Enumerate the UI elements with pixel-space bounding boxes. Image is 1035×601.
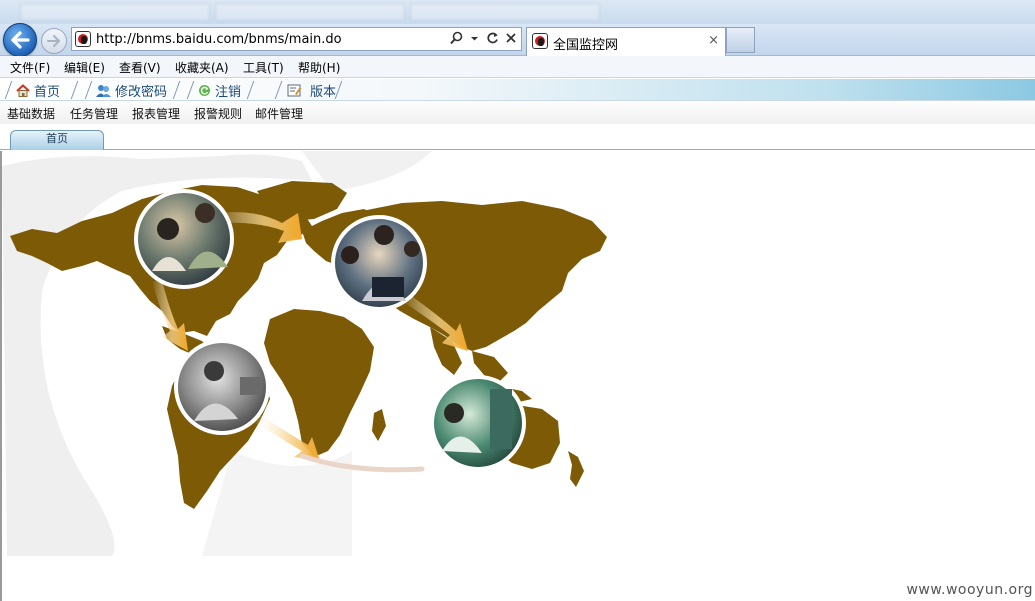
browser-navbar: http://bnms.baidu.com/bnms/main.do 全国监控网… xyxy=(0,23,1035,57)
app-toolbar: 首页 修改密码 注销 版本 xyxy=(0,79,1035,101)
back-button[interactable] xyxy=(3,23,37,57)
menu-favorites[interactable]: 收藏夹(A) xyxy=(175,59,229,76)
stop-icon[interactable] xyxy=(504,31,517,50)
dropdown-arrow-icon[interactable] xyxy=(468,31,481,50)
menu-view[interactable]: 查看(V) xyxy=(119,59,161,76)
browser-titlebar xyxy=(0,0,1035,24)
site-favicon-icon xyxy=(75,31,91,47)
change-password-label: 修改密码 xyxy=(115,84,168,100)
version-label: 版本 xyxy=(310,84,337,100)
users-icon xyxy=(96,84,111,97)
module-basic-data[interactable]: 基础数据 xyxy=(7,105,55,122)
module-task-management[interactable]: 任务管理 xyxy=(70,105,118,122)
document-edit-icon xyxy=(287,84,302,96)
menu-help[interactable]: 帮助(H) xyxy=(298,59,340,76)
tab-title: 全国监控网 xyxy=(553,38,619,53)
toolbar-separator xyxy=(84,80,94,100)
forward-arrow-icon xyxy=(47,35,60,47)
home-label: 首页 xyxy=(34,84,61,100)
watermark-text: www.wooyun.org xyxy=(906,582,1033,598)
toolbar-separator xyxy=(186,80,196,100)
module-mail-management[interactable]: 邮件管理 xyxy=(255,105,303,122)
page-tabstrip: 首页 xyxy=(0,126,1035,150)
refresh-icon[interactable] xyxy=(486,31,499,50)
map-island xyxy=(372,409,386,441)
toolbar-separator xyxy=(172,80,182,100)
url-text[interactable]: http://bnms.baidu.com/bnms/main.do xyxy=(96,32,342,47)
toolbar-separator xyxy=(274,80,284,100)
forward-button[interactable] xyxy=(41,28,67,54)
module-alarm-rules[interactable]: 报警规则 xyxy=(194,105,242,122)
toolbar-separator xyxy=(246,80,256,100)
search-icon[interactable] xyxy=(450,31,463,50)
menu-edit[interactable]: 编辑(E) xyxy=(64,59,105,76)
new-tab-button[interactable] xyxy=(726,27,755,53)
back-arrow-icon xyxy=(11,31,30,49)
background-tab[interactable] xyxy=(20,3,210,21)
photo-circle-operator xyxy=(174,339,270,435)
map-island xyxy=(568,451,584,487)
photo-circle-team xyxy=(134,189,234,289)
change-password-link[interactable]: 修改密码 xyxy=(96,80,167,100)
menu-file[interactable]: 文件(F) xyxy=(10,59,50,76)
version-link[interactable]: 版本 xyxy=(287,80,336,100)
tab-home[interactable]: 首页 xyxy=(10,130,104,150)
address-bar[interactable]: http://bnms.baidu.com/bnms/main.do xyxy=(71,27,522,51)
background-tab[interactable] xyxy=(410,3,600,21)
home-link[interactable]: 首页 xyxy=(16,80,60,100)
photo-circle-technician xyxy=(430,375,526,471)
menu-tools[interactable]: 工具(T) xyxy=(243,59,284,76)
logout-link[interactable]: 注销 xyxy=(198,80,241,100)
browser-tab-active[interactable]: 全国监控网 × xyxy=(526,27,726,56)
background-tab[interactable] xyxy=(215,3,405,21)
logout-label: 注销 xyxy=(215,84,242,100)
toolbar-separator xyxy=(70,80,80,100)
toolbar-separator xyxy=(4,80,14,100)
logout-refresh-icon xyxy=(199,84,210,96)
module-report-management[interactable]: 报表管理 xyxy=(132,105,180,122)
tab-favicon-icon xyxy=(532,33,548,49)
module-menu: 基础数据 任务管理 报表管理 报警规则 邮件管理 xyxy=(0,102,1035,124)
browser-menubar: 文件(F) 编辑(E) 查看(V) 收藏夹(A) 工具(T) 帮助(H) xyxy=(0,56,1035,78)
photo-circle-meeting xyxy=(331,215,427,311)
close-tab-icon[interactable]: × xyxy=(708,33,719,48)
world-map-illustration xyxy=(2,151,622,561)
home-icon xyxy=(16,83,30,97)
content-area xyxy=(0,151,1035,601)
toolbar-separator xyxy=(334,80,344,100)
